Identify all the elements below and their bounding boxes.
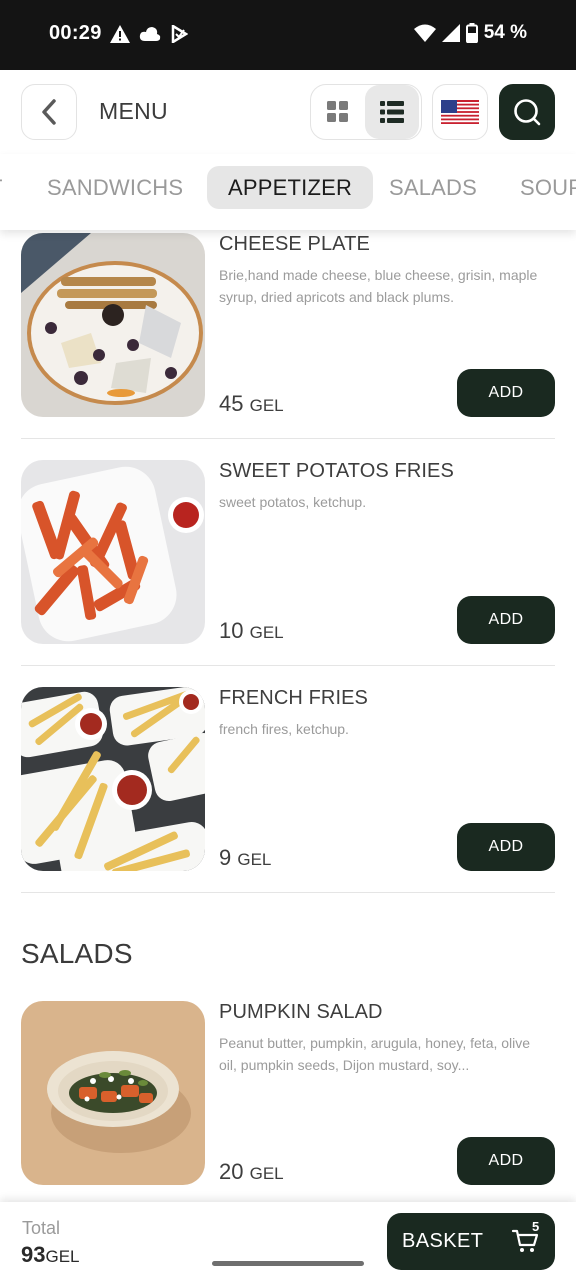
item-name: CHEESE PLATE — [219, 233, 370, 255]
item-name: SWEET POTATOS FRIES — [219, 460, 454, 482]
battery-icon — [465, 23, 478, 43]
item-description: Peanut butter, pumpkin, arugula, honey, … — [219, 1035, 531, 1073]
tab-appetizer[interactable]: APPETIZER — [207, 166, 374, 209]
add-button[interactable]: ADD — [457, 369, 555, 417]
basket-label: BASKET — [402, 1230, 484, 1252]
cloud-icon — [139, 27, 161, 41]
language-button[interactable] — [432, 84, 488, 140]
total-value: 93GEL — [21, 1242, 80, 1267]
tab-sandwichs[interactable]: SANDWICHS — [47, 166, 183, 209]
view-toggle — [310, 84, 422, 140]
cheese-plate-image[interactable] — [21, 233, 205, 417]
currency: GEL — [237, 850, 272, 869]
item-description: sweet potatos, ketchup. — [219, 494, 367, 510]
tab-previous[interactable]: T — [0, 166, 3, 209]
tab-salads[interactable]: SALADS — [389, 166, 477, 209]
play-icon — [171, 25, 188, 43]
item-price: 10 GEL — [219, 618, 284, 643]
sweet-potatos-fries-image[interactable] — [21, 460, 205, 644]
item-name: FRENCH FRIES — [219, 687, 368, 709]
menu-list[interactable]: CHEESE PLATE Brie,hand made cheese, blue… — [0, 230, 576, 1202]
header: MENU — [0, 70, 576, 154]
bottom-bar: Total 93GEL BASKET 5 — [0, 1202, 576, 1280]
menu-item: CHEESE PLATE Brie,hand made cheese, blue… — [21, 233, 555, 439]
item-name: PUMPKIN SALAD — [219, 1001, 383, 1023]
status-bar: 00:29 54 % — [0, 0, 576, 70]
search-button[interactable] — [499, 84, 555, 140]
currency: GEL — [249, 623, 284, 642]
wifi-icon — [413, 24, 436, 42]
french-fries-image[interactable] — [21, 687, 205, 871]
menu-item: FRENCH FRIES french fires, ketchup. 9 GE… — [21, 687, 555, 893]
basket-button[interactable]: BASKET 5 — [387, 1213, 555, 1270]
divider — [21, 892, 555, 893]
section-title: SALADS — [21, 938, 133, 969]
us-flag-icon — [441, 100, 479, 124]
status-time: 00:29 — [49, 22, 102, 44]
item-price: 45 GEL — [219, 391, 284, 416]
item-price: 9 GEL — [219, 845, 272, 870]
menu-item: SWEET POTATOS FRIES sweet potatos, ketch… — [21, 460, 555, 666]
home-indicator[interactable] — [212, 1261, 364, 1266]
item-description: Brie,hand made cheese, blue cheese, gris… — [219, 267, 538, 305]
currency: GEL — [249, 1164, 284, 1183]
menu-item: PUMPKIN SALAD Peanut butter, pumpkin, ar… — [21, 1001, 555, 1202]
item-description: french fires, ketchup. — [219, 721, 349, 737]
tab-soup[interactable]: SOUP — [520, 166, 576, 209]
cart-count-badge: 5 — [532, 1219, 540, 1234]
total-label: Total — [22, 1218, 61, 1238]
chevron-left-icon — [42, 99, 56, 125]
list-view-icon — [380, 101, 404, 123]
back-button[interactable] — [21, 84, 77, 140]
page-title: MENU — [99, 98, 168, 124]
list-view-button[interactable] — [365, 85, 419, 139]
grid-view-icon — [327, 101, 348, 122]
grid-view-button[interactable] — [311, 85, 365, 139]
add-button[interactable]: ADD — [457, 596, 555, 644]
divider — [21, 438, 555, 439]
item-price: 20 GEL — [219, 1159, 284, 1184]
battery-level: 54 % — [483, 22, 527, 43]
pumpkin-salad-image[interactable] — [21, 1001, 205, 1185]
signal-icon — [441, 24, 460, 42]
total-currency: GEL — [45, 1247, 80, 1266]
warning-icon — [110, 25, 130, 43]
category-tabs: T SANDWICHS APPETIZER SALADS SOUP — [0, 154, 576, 230]
add-button[interactable]: ADD — [457, 1137, 555, 1185]
divider — [21, 665, 555, 666]
add-button[interactable]: ADD — [457, 823, 555, 871]
search-icon — [514, 99, 541, 126]
currency: GEL — [249, 396, 284, 415]
